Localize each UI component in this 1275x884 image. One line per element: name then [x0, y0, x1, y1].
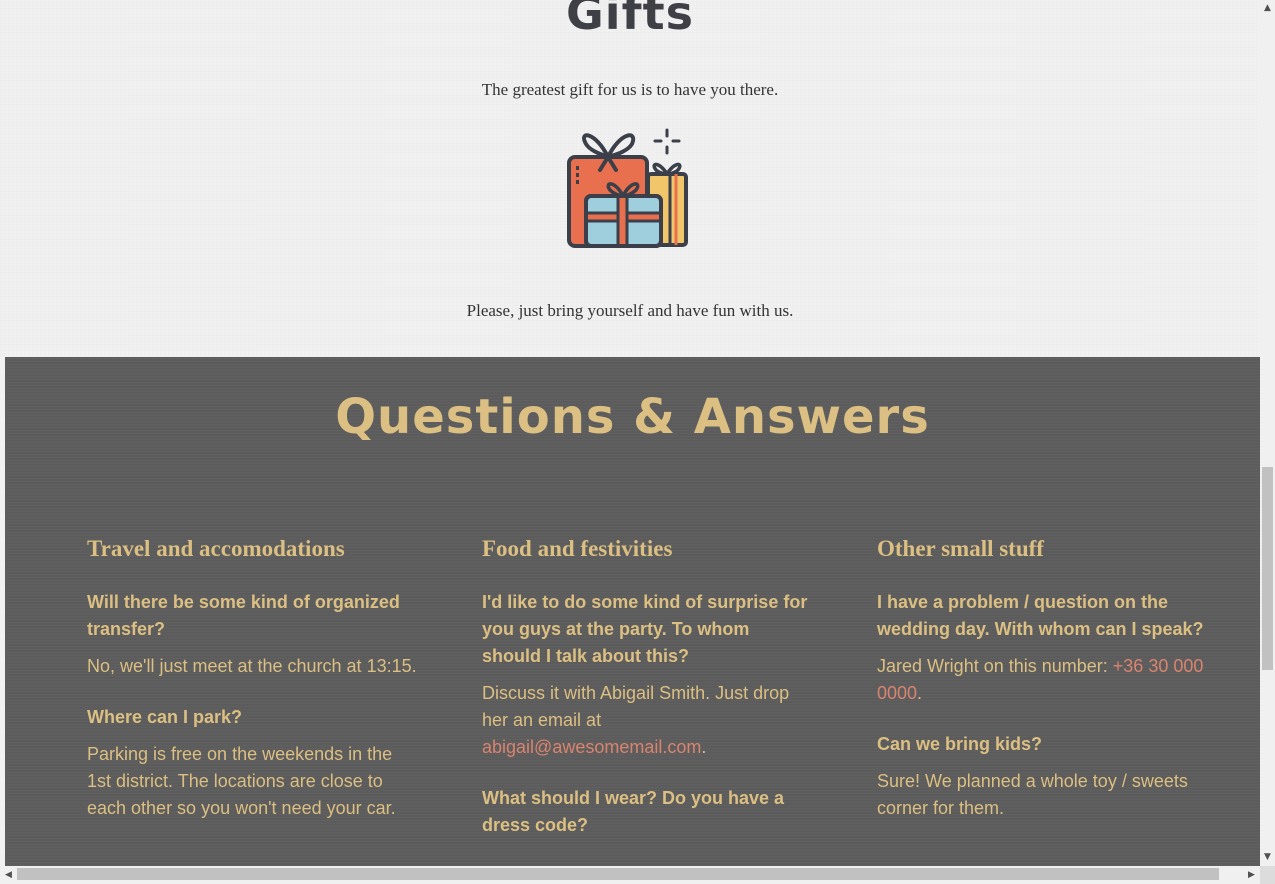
qa-answer-text: Jared Wright on this number: [877, 656, 1113, 676]
qa-question: Will there be some kind of organized tra… [87, 592, 400, 639]
qa-question: I'd like to do some kind of surprise for… [482, 592, 808, 666]
qa-column-travel: Travel and accomodations Will there be s… [87, 535, 417, 846]
gifts-note: Please, just bring yourself and have fun… [466, 301, 794, 320]
gift-boxes-icon [567, 128, 688, 248]
email-link[interactable]: abigail@awesomemail.com [482, 737, 701, 757]
qa-section: Questions & Answers Travel and accomodat… [5, 357, 1260, 866]
qa-answer: No, we'll just meet at the church at 13:… [87, 656, 417, 676]
qa-answer: Discuss it with Abigail Smith. Just drop… [482, 680, 812, 761]
qa-answer-text: Discuss it with Abigail Smith. Just drop… [482, 683, 790, 730]
qa-question: Can we bring kids? [877, 734, 1043, 754]
qa-answer: Sure! We planned a whole toy / sweets co… [877, 771, 1188, 818]
qa-column-heading: Food and festivities [482, 536, 673, 561]
qa-question: What should I wear? Do you have a dress … [482, 788, 785, 835]
qa-question: I have a problem / question on the weddi… [877, 592, 1204, 639]
gifts-subtitle: The greatest gift for us is to have you … [481, 80, 779, 99]
arrow-left-icon[interactable]: ◀ [0, 866, 17, 884]
horizontal-scrollbar[interactable]: ◀ ▶ [0, 866, 1260, 884]
qa-column-heading: Other small stuff [877, 536, 1044, 561]
qa-column-other: Other small stuff I have a problem / que… [877, 535, 1207, 846]
qa-column-heading: Travel and accomodations [87, 536, 345, 561]
qa-title: Questions & Answers [335, 389, 930, 445]
arrow-up-icon[interactable]: ▲ [1260, 0, 1275, 17]
qa-question: Where can I park? [87, 707, 243, 727]
arrow-right-icon[interactable]: ▶ [1243, 866, 1260, 884]
vertical-scrollbar-thumb[interactable] [1262, 467, 1273, 670]
scrollbar-corner [1260, 866, 1275, 884]
gifts-section: Gifts The greatest gift for us is to hav… [0, 0, 1260, 357]
qa-answer-suffix: . [701, 737, 707, 757]
arrow-down-icon[interactable]: ▼ [1260, 849, 1275, 866]
horizontal-scrollbar-thumb[interactable] [17, 868, 1219, 880]
gifts-title: Gifts [566, 0, 694, 40]
qa-answer: Jared Wright on this number: +36 30 000 … [877, 653, 1207, 707]
qa-answer-suffix: . [917, 683, 923, 703]
qa-column-food: Food and festivities I'd like to do some… [482, 535, 812, 849]
qa-answer: Parking is free on the weekends in the 1… [87, 744, 396, 818]
vertical-scrollbar[interactable]: ▲ ▼ [1260, 0, 1275, 866]
